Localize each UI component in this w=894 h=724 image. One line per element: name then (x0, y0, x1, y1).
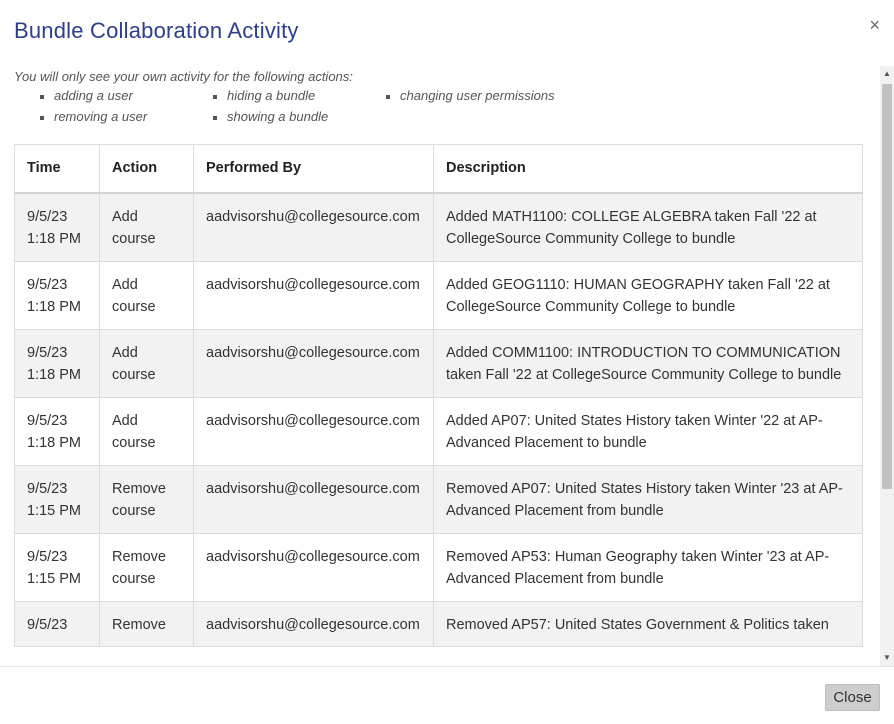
action-verb: Remove (112, 548, 166, 565)
action-object: course (112, 435, 156, 451)
performed-by-cell: aadvisorshu@collegesource.com (193, 260, 434, 330)
actions-list: adding a user removing a user hiding a b… (14, 88, 863, 134)
action-verb: Remove (112, 616, 166, 633)
scroll-up-arrow-icon[interactable]: ▲ (880, 66, 894, 82)
action-item: changing user permissions (386, 88, 555, 103)
vertical-scrollbar[interactable]: ▲ ▼ (880, 66, 894, 666)
scrollbar-thumb[interactable] (882, 84, 892, 489)
table-row: 9/5/23 1:18 PM Add course aadvisorshu@coll… (14, 260, 863, 330)
column-header-description: Description (433, 144, 863, 194)
performed-by-cell: aadvisorshu@collegesource.com (193, 328, 434, 398)
dialog-footer: Close (0, 666, 894, 724)
time-cell: 9/5/23 1:18 PM (14, 192, 100, 262)
bundle-activity-dialog: Bundle Collaboration Activity × You will… (0, 0, 894, 724)
action-verb: Add (112, 276, 138, 293)
date-text: 9/5/23 (27, 344, 68, 361)
clock-text: 1:18 PM (27, 231, 81, 247)
scroll-area[interactable]: You will only see your own activity for … (0, 66, 894, 666)
action-cell: Remove course (99, 532, 194, 602)
description-cell: Removed AP53: Human Geography taken Wint… (433, 532, 863, 602)
table-row: 9/5/23 1:18 PM Add course aadvisorshu@coll… (14, 328, 863, 398)
performed-by-cell: aadvisorshu@collegesource.com (193, 396, 434, 466)
close-icon[interactable]: × (869, 16, 880, 34)
action-item: hiding a bundle (212, 88, 316, 103)
date-text: 9/5/23 (27, 276, 68, 293)
close-button[interactable]: Close (825, 684, 880, 711)
performed-by-cell: aadvisorshu@collegesource.com (193, 600, 434, 647)
action-object: course (112, 503, 156, 519)
description-cell: Added AP07: United States History taken … (433, 396, 863, 466)
description-cell: Added COMM1100: INTRODUCTION TO COMMUNIC… (433, 328, 863, 398)
time-cell: 9/5/23 1:18 PM (14, 328, 100, 398)
table-row: 9/5/23 1:18 PM Add course aadvisorshu@coll… (14, 396, 863, 466)
dialog-title: Bundle Collaboration Activity (14, 18, 299, 43)
time-cell: 9/5/23 1:15 PM (14, 464, 100, 534)
time-cell: 9/5/23 1:18 PM (14, 260, 100, 330)
table-row: 9/5/23 1:18 PM Add course aadvisorshu@coll… (14, 192, 863, 262)
date-text: 9/5/23 (27, 208, 68, 225)
date-text: 9/5/23 (27, 548, 68, 565)
date-text: 9/5/23 (27, 616, 68, 633)
clock-text: 1:18 PM (27, 299, 81, 315)
action-object: course (112, 571, 156, 587)
action-item: removing a user (39, 109, 148, 124)
action-object: course (112, 367, 156, 383)
activity-table: Time Action Performed By Description 9/5… (14, 144, 863, 647)
action-cell: Remove (99, 600, 194, 647)
table-header-row: Time Action Performed By Description (14, 144, 863, 194)
column-header-action: Action (99, 144, 194, 194)
action-cell: Add course (99, 260, 194, 330)
date-text: 9/5/23 (27, 412, 68, 429)
action-object: course (112, 231, 156, 247)
table-row: 9/5/23 1:15 PM Remove course aadvisorshu@c… (14, 532, 863, 602)
performed-by-cell: aadvisorshu@collegesource.com (193, 192, 434, 262)
clock-text: 1:18 PM (27, 367, 81, 383)
clock-text: 1:18 PM (27, 435, 81, 451)
action-verb: Add (112, 208, 138, 225)
description-cell: Removed AP57: United States Government &… (433, 600, 863, 647)
time-cell: 9/5/23 1:18 PM (14, 396, 100, 466)
performed-by-cell: aadvisorshu@collegesource.com (193, 532, 434, 602)
action-verb: Add (112, 412, 138, 429)
action-verb: Add (112, 344, 138, 361)
column-header-performed-by: Performed By (193, 144, 434, 194)
time-cell: 9/5/23 (14, 600, 100, 647)
description-cell: Added GEOG1110: HUMAN GEOGRAPHY taken Fa… (433, 260, 863, 330)
description-cell: Removed AP07: United States History take… (433, 464, 863, 534)
action-item: showing a bundle (212, 109, 329, 124)
action-cell: Remove course (99, 464, 194, 534)
table-row: 9/5/23 Remove aadvisorshu@collegesource.… (14, 600, 863, 647)
activity-note: You will only see your own activity for … (14, 69, 353, 84)
action-verb: Remove (112, 480, 166, 497)
column-header-time: Time (14, 144, 100, 194)
performed-by-cell: aadvisorshu@collegesource.com (193, 464, 434, 534)
clock-text: 1:15 PM (27, 571, 81, 587)
description-cell: Added MATH1100: COLLEGE ALGEBRA taken Fa… (433, 192, 863, 262)
action-item: adding a user (40, 88, 133, 103)
action-object: course (112, 299, 156, 315)
dialog-content: You will only see your own activity for … (14, 66, 863, 647)
scroll-down-arrow-icon[interactable]: ▼ (880, 650, 894, 666)
action-cell: Add course (99, 192, 194, 262)
clock-text: 1:15 PM (27, 503, 81, 519)
time-cell: 9/5/23 1:15 PM (14, 532, 100, 602)
date-text: 9/5/23 (27, 480, 68, 497)
table-row: 9/5/23 1:15 PM Remove course aadvisorshu@c… (14, 464, 863, 534)
action-cell: Add course (99, 396, 194, 466)
action-cell: Add course (99, 328, 194, 398)
